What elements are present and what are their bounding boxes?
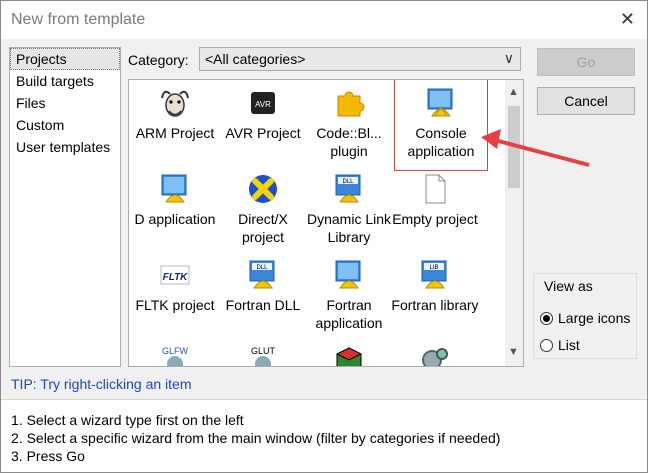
dialog-title: New from template <box>11 11 146 28</box>
template-fltk-project[interactable]: FLTK FLTK project <box>129 258 221 314</box>
template-label: Fortran library <box>391 297 479 313</box>
new-from-template-dialog: New from template ✕ Projects Build targe… <box>0 0 648 473</box>
svg-text:AVR: AVR <box>255 100 271 109</box>
annotation-arrow <box>481 129 590 167</box>
gears-icon <box>422 348 448 366</box>
list-item-projects[interactable]: Projects <box>10 48 120 70</box>
category-value: <All categories> <box>205 51 306 67</box>
template-label: FLTK project <box>135 297 215 313</box>
template-label: Code::Bl... plugin <box>316 125 382 159</box>
directx-icon <box>249 175 277 203</box>
template-gears[interactable] <box>389 342 481 366</box>
template-grid[interactable]: ARM Project AVR AVR Project Code::Bl... … <box>128 79 524 367</box>
title-bar: New from template ✕ <box>1 1 647 39</box>
console-app-icon <box>335 260 361 289</box>
scroll-down-icon[interactable]: ▼ <box>508 346 519 358</box>
lib-icon: LIB <box>421 260 447 289</box>
template-label: Empty project <box>392 211 478 227</box>
close-icon[interactable]: ✕ <box>620 9 635 30</box>
glfw-icon: GLFW <box>162 346 189 366</box>
template-empty-project[interactable]: Empty project <box>389 172 481 228</box>
svg-text:FLTK: FLTK <box>163 272 189 283</box>
template-label: AVR Project <box>225 125 301 141</box>
template-dynamic-link-library[interactable]: DLL Dynamic Link Library <box>303 172 395 246</box>
radio-list[interactable]: List <box>540 337 580 353</box>
template-type-list[interactable]: Projects Build targets Files Custom User… <box>9 47 121 367</box>
template-glut[interactable]: GLUT <box>217 342 309 366</box>
template-label: Direct/X project <box>238 211 288 245</box>
template-gtk[interactable] <box>303 342 395 366</box>
template-fortran-library[interactable]: LIB Fortran library <box>389 258 481 314</box>
fltk-icon: FLTK <box>160 265 190 285</box>
list-item-user-templates[interactable]: User templates <box>10 136 120 158</box>
template-console-application[interactable]: Console application <box>394 80 488 171</box>
radio-button[interactable] <box>540 311 553 325</box>
glut-icon: GLUT <box>251 346 276 366</box>
svg-text:GLFW: GLFW <box>162 346 189 356</box>
template-arm-project[interactable]: ARM Project <box>129 86 221 142</box>
template-d-application[interactable]: D application <box>129 172 221 228</box>
cancel-button[interactable]: Cancel <box>537 87 635 115</box>
dll-icon: DLL <box>249 260 275 289</box>
template-directx-project[interactable]: Direct/X project <box>217 172 309 246</box>
template-label: ARM Project <box>135 125 215 141</box>
radio-label: List <box>558 337 580 353</box>
instruction-line: 1. Select a wizard type first on the lef… <box>11 412 244 428</box>
view-as-label: View as <box>542 278 595 294</box>
template-fortran-dll[interactable]: DLL Fortran DLL <box>217 258 309 314</box>
svg-text:DLL: DLL <box>256 265 268 271</box>
puzzle-icon <box>337 91 365 117</box>
avr-chip-icon: AVR <box>251 92 275 114</box>
view-as-group: View as Large icons List <box>533 273 637 359</box>
svg-text:DLL: DLL <box>342 179 354 185</box>
template-codeblocks-plugin[interactable]: Code::Bl... plugin <box>303 86 395 160</box>
template-label: Console application <box>407 125 475 159</box>
list-item-build-targets[interactable]: Build targets <box>10 70 120 92</box>
console-app-icon <box>427 88 453 117</box>
list-item-custom[interactable]: Custom <box>10 114 120 136</box>
template-label: Fortran application <box>315 297 383 331</box>
category-label: Category: <box>128 52 189 68</box>
radio-large-icons[interactable]: Large icons <box>540 310 630 326</box>
template-label: Dynamic Link Library <box>306 211 392 245</box>
gtk-icon <box>335 347 363 366</box>
template-glfw[interactable]: GLFW <box>129 342 221 366</box>
d-app-icon <box>161 174 187 203</box>
template-fortran-application[interactable]: Fortran application <box>303 258 395 332</box>
go-button[interactable]: Go <box>537 48 635 76</box>
tip-text: TIP: Try right-clicking an item <box>11 376 192 392</box>
instruction-line: 3. Press Go <box>11 448 85 464</box>
template-label: D application <box>134 211 216 227</box>
blank-file-icon <box>425 174 446 204</box>
chevron-down-icon: ∨ <box>503 50 514 66</box>
radio-label: Large icons <box>558 310 631 326</box>
category-select[interactable]: <All categories> ∨ <box>199 47 521 71</box>
radio-button[interactable] <box>540 338 553 352</box>
instruction-line: 2. Select a specific wizard from the mai… <box>11 430 501 446</box>
svg-text:GLUT: GLUT <box>251 346 276 356</box>
instructions-panel: 1. Select a wizard type first on the lef… <box>1 400 647 472</box>
svg-text:LIB: LIB <box>429 265 438 271</box>
template-avr-project[interactable]: AVR AVR Project <box>217 86 309 142</box>
template-label: Fortran DLL <box>225 297 301 313</box>
gnu-icon <box>161 90 189 117</box>
dll-icon: DLL <box>335 174 361 203</box>
scroll-up-icon[interactable]: ▲ <box>508 86 519 98</box>
list-item-files[interactable]: Files <box>10 92 120 114</box>
